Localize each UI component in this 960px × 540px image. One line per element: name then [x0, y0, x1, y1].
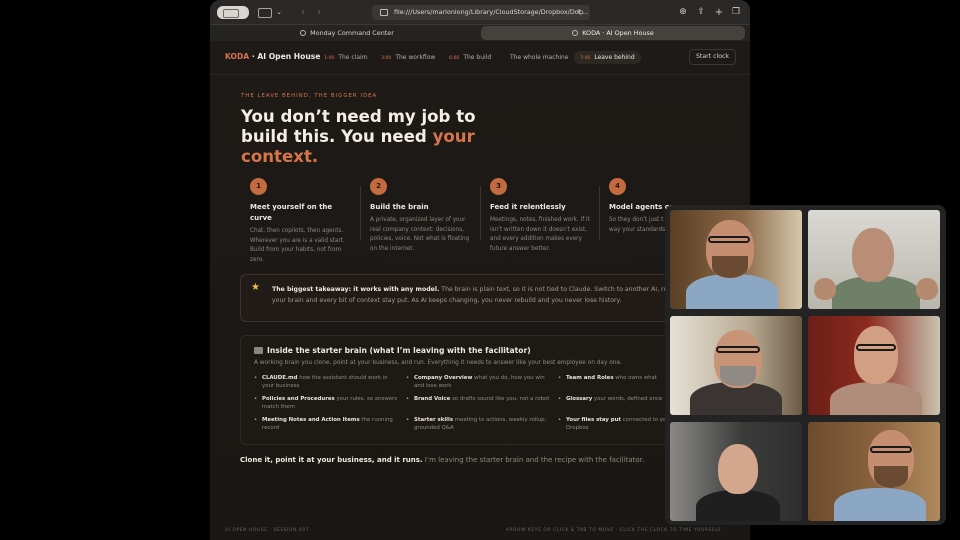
starter-item-name: Glossary [566, 396, 593, 402]
starter-item: Starter skills meeting to actions, weekl… [406, 416, 551, 433]
starter-item-name: Policies and Procedures [262, 396, 335, 402]
address-bar[interactable]: file:///Users/marlonlong/Library/CloudSt… [372, 5, 590, 20]
brand-subtitle: · AI Open House [249, 52, 321, 61]
tab-label: Monday Command Center [310, 29, 394, 37]
step-title: Meet yourself on the curve [250, 203, 333, 222]
starter-item: Company Overview what you do, how you wi… [406, 374, 551, 391]
starter-item-desc: so drafts sound like you, not a robot [451, 396, 550, 402]
share-icon[interactable]: ⇪ [695, 6, 707, 19]
closing-line: Clone it, point it at your business, and… [240, 456, 644, 464]
footer-session: AI OPEN HOUSE · SESSION 007 [225, 528, 310, 533]
nav-time: 7:00 [580, 56, 591, 61]
starter-item-name: CLAUDE.md [262, 375, 298, 381]
folder-icon [254, 347, 263, 354]
step-number: 2 [370, 178, 387, 195]
nav-time: 1:00 [324, 56, 335, 61]
back-icon[interactable]: ‹ [297, 6, 309, 19]
nav-label: The workflow [395, 54, 436, 61]
tab-overview-icon[interactable]: ❐ [730, 6, 742, 19]
chevron-down-icon[interactable]: ⌄ [274, 6, 284, 19]
starter-description: A working brain you clone, point at your… [254, 360, 622, 366]
starter-item-name: Brand Voice [414, 396, 451, 402]
video-call-grid [665, 205, 946, 525]
starter-item: Policies and Procedures your rules, so a… [254, 395, 399, 412]
nav-label: The build [463, 54, 492, 61]
forward-icon[interactable]: › [313, 6, 325, 19]
nav-time: 3:00 [381, 56, 392, 61]
step-divider [480, 186, 481, 240]
starter-item-name: Company Overview [414, 375, 473, 381]
video-tile-6[interactable] [808, 422, 940, 521]
video-tile-5[interactable] [670, 422, 802, 521]
starter-item-name: Starter skills [414, 417, 454, 423]
closing-text: I’m leaving the starter brain and the re… [422, 456, 645, 464]
nav-label: The claim [338, 54, 368, 61]
compass-icon [572, 30, 579, 36]
tab-label: KODA · AI Open House [582, 29, 654, 37]
starter-item-name: Team and Roles [566, 375, 614, 381]
browser-tab-bar: Monday Command Center KODA · AI Open Hou… [210, 25, 750, 41]
reload-icon[interactable]: ↻ [577, 5, 584, 20]
download-icon[interactable]: ⊕ [677, 6, 689, 19]
start-clock-button[interactable]: Start clock [689, 49, 736, 65]
step-body: A private, organized layer of your real … [370, 217, 470, 252]
step-number: 1 [250, 178, 267, 195]
step-body: Meetings, notes, finished work. If it is… [490, 217, 590, 252]
file-icon [380, 9, 388, 16]
step-title: Build the brain [370, 203, 429, 211]
step-body: Chat, then copilots, then agents. Wherev… [250, 228, 345, 263]
starter-item-name: Your files stay put [566, 417, 621, 423]
star-icon: ★ [251, 282, 260, 293]
video-tile-3[interactable] [670, 316, 802, 415]
slide-eyebrow: THE LEAVE BEHIND, THE BIGGER IDEA [241, 93, 378, 99]
nav-time: 6:00 [449, 56, 460, 61]
starter-item-desc: who owns what [615, 375, 657, 381]
browser-tab-monday[interactable]: Monday Command Center [214, 26, 480, 40]
nav-item-workflow[interactable]: 3:00 The workflow [381, 51, 435, 64]
browser-tab-koda[interactable]: KODA · AI Open House [481, 26, 745, 40]
video-tile-2[interactable] [808, 210, 940, 309]
step-title: Feed it relentlessly [490, 203, 566, 211]
starter-item: Brand Voice so drafts sound like you, no… [406, 395, 551, 404]
step-number: 3 [490, 178, 507, 195]
step-divider [599, 186, 600, 240]
brand-name: KODA [225, 52, 250, 61]
video-tile-1[interactable] [670, 210, 802, 309]
video-tile-4[interactable] [808, 316, 940, 415]
nav-item-build[interactable]: 6:00 The build [449, 51, 491, 64]
nav-item-leave-behind[interactable]: 7:00 Leave behind [574, 51, 641, 64]
starter-item: CLAUDE.md how the assistant should work … [254, 374, 399, 391]
slide-headline: You don’t need my job to build this. You… [241, 107, 501, 167]
nav-label: The whole machine [510, 54, 569, 61]
nav-item-claim[interactable]: 1:00 The claim [324, 51, 368, 64]
step-divider [360, 186, 361, 240]
nav-label: Leave behind [594, 54, 635, 61]
starter-item-desc: your words, defined once [593, 396, 663, 402]
nav-item-whole-machine[interactable]: The whole machine [510, 51, 569, 64]
step-number: 4 [609, 178, 626, 195]
closing-bold: Clone it, point it at your business, and… [240, 456, 423, 464]
sidebar-icon[interactable] [258, 8, 272, 18]
window-toggle-button[interactable] [217, 6, 249, 19]
new-tab-icon[interactable]: + [713, 6, 725, 19]
brand-logo[interactable]: KODA · AI Open House [225, 52, 320, 61]
compass-icon [300, 30, 307, 36]
address-bar-url: file:///Users/marlonlong/Library/CloudSt… [394, 8, 589, 16]
starter-title-text: Inside the starter brain (what I’m leavi… [267, 346, 531, 355]
browser-toolbar: ⌄ ‹ › file:///Users/marlonlong/Library/C… [210, 0, 750, 25]
starter-item-name: Meeting Notes and Action Items [262, 417, 360, 423]
slide-nav: KODA · AI Open House 1:00 The claim 3:00 T… [210, 41, 750, 75]
starter-title: Inside the starter brain (what I’m leavi… [254, 346, 531, 355]
footer-hint: ARROW KEYS OR CLICK & TAB TO MOVE · CLIC… [506, 528, 722, 533]
takeaway-bold: The biggest takeaway: it works with any … [272, 286, 440, 293]
starter-item: Meeting Notes and Action Items the runni… [254, 416, 399, 433]
